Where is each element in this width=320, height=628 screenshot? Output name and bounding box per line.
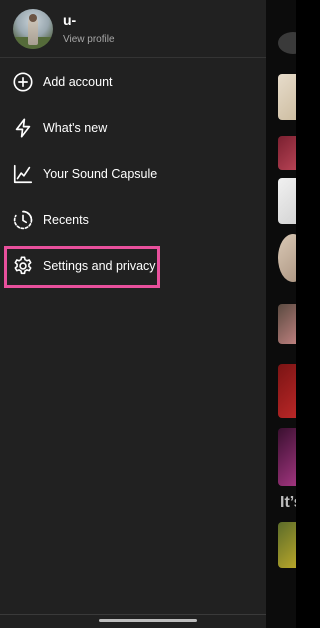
plus-circle-icon — [12, 71, 34, 93]
lightning-icon — [12, 117, 34, 139]
bg-playlist-thumb — [278, 74, 296, 120]
profile-header[interactable]: u- View profile — [0, 0, 266, 58]
home-indicator[interactable] — [99, 619, 197, 622]
bottom-divider — [0, 614, 266, 615]
menu-item-label: Your Sound Capsule — [43, 167, 158, 181]
menu-item-sound-capsule[interactable]: Your Sound Capsule — [0, 152, 266, 198]
menu-item-label: Recents — [43, 213, 89, 227]
menu-item-label: Add account — [43, 75, 113, 89]
view-profile-link[interactable]: View profile — [63, 34, 115, 45]
bg-playlist-thumb — [278, 234, 296, 282]
menu-item-settings-privacy[interactable]: Settings and privacy — [0, 244, 266, 290]
background-content: It’s — [266, 0, 296, 628]
bg-playlist-thumb — [278, 428, 296, 486]
bg-playlist-thumb — [278, 522, 296, 568]
bg-avatar-thumb — [278, 32, 296, 54]
menu-item-label: Settings and privacy — [43, 259, 156, 273]
bg-playlist-thumb — [278, 136, 296, 170]
screen: It’s u- View profile — [0, 0, 296, 628]
profile-username[interactable]: u- — [63, 12, 76, 28]
bg-playlist-thumb — [278, 304, 296, 344]
menu-item-whats-new[interactable]: What's new — [0, 106, 266, 152]
avatar[interactable] — [13, 9, 53, 49]
chart-line-icon — [12, 163, 34, 185]
gear-icon — [12, 255, 34, 277]
bg-playlist-thumb — [278, 364, 296, 418]
navigation-drawer: u- View profile Add account What's new Y… — [0, 0, 266, 628]
bg-section-heading: It’s — [280, 494, 296, 511]
bg-playlist-thumb — [278, 178, 296, 224]
menu-item-label: What's new — [43, 121, 108, 135]
history-clock-icon — [12, 209, 34, 231]
menu-item-add-account[interactable]: Add account — [0, 60, 266, 106]
menu-item-recents[interactable]: Recents — [0, 198, 266, 244]
